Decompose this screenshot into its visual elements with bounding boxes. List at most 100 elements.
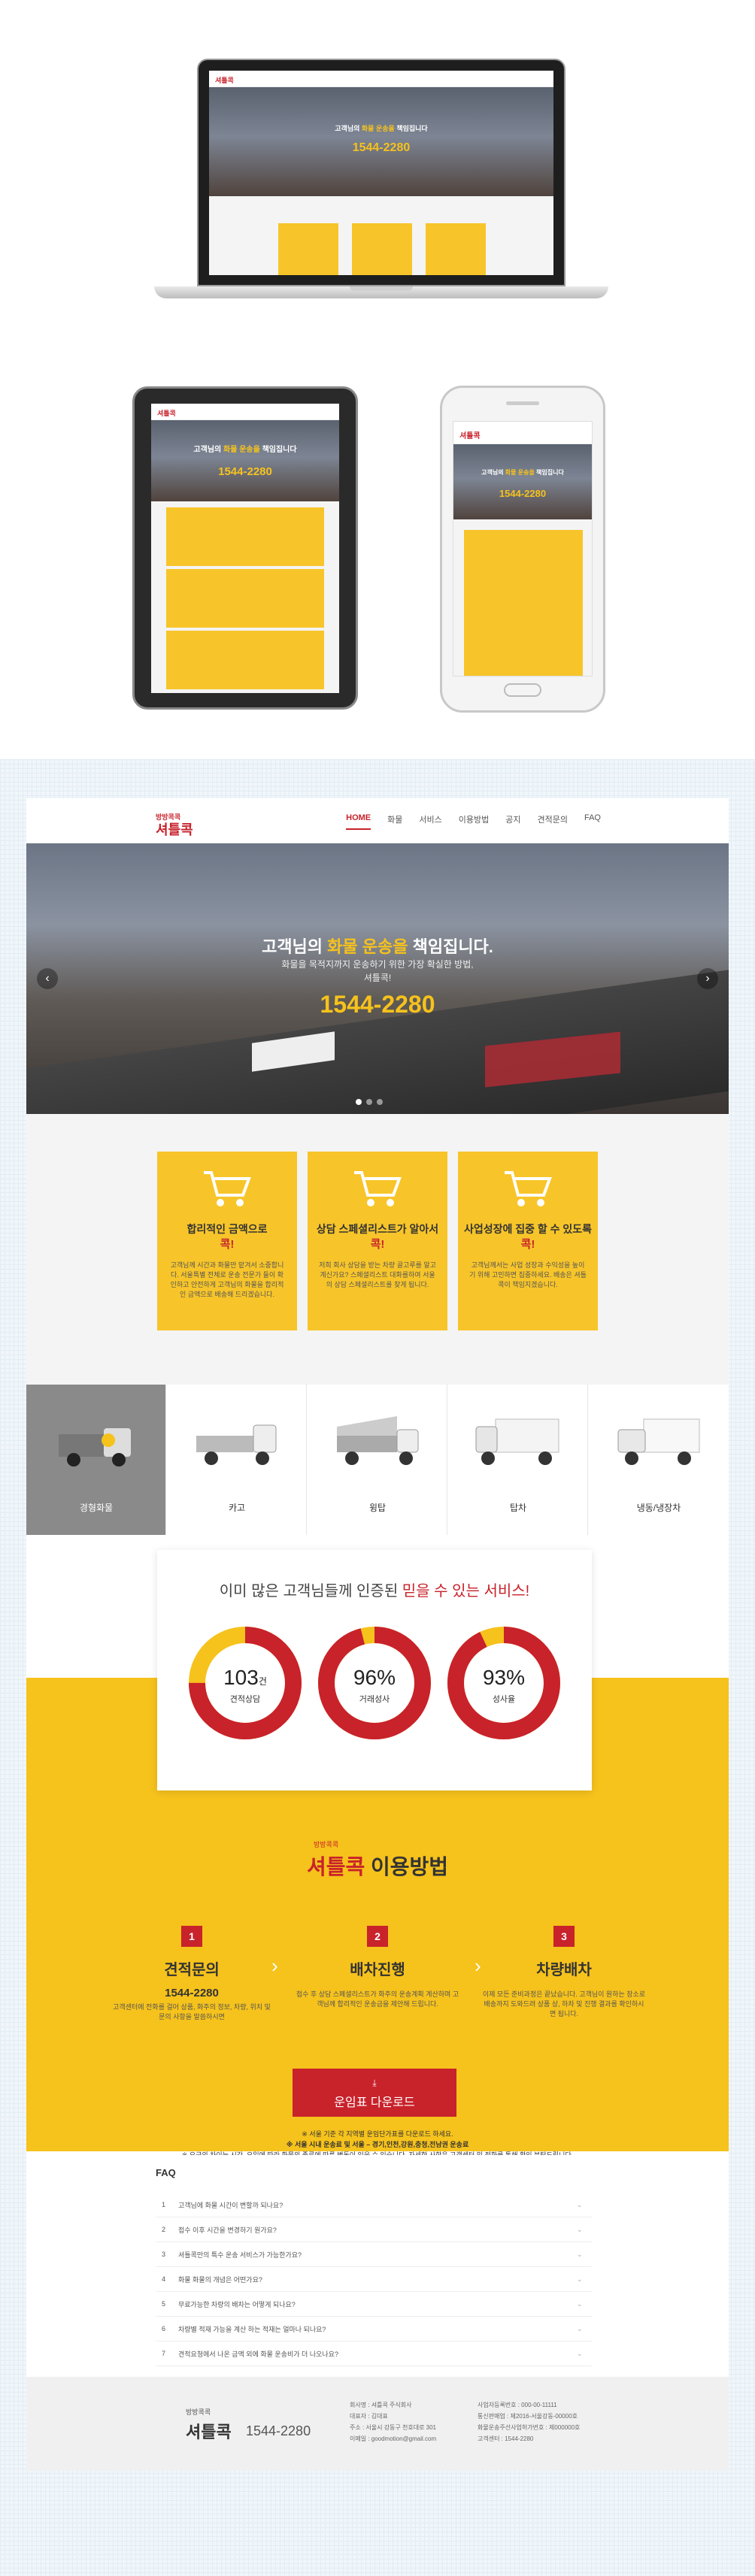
step-title: 차량배차 [536,1962,592,1978]
faq-question: 화물 화물의 개념은 어떤가요? [178,2275,262,2284]
mini-features [209,196,553,275]
chevron-down-icon: ⌄ [577,2200,583,2208]
download-label: 운임표 다운로드 [334,2096,415,2109]
vehicle-tab-wingtop[interactable]: 윙탑 [308,1385,447,1535]
faq-number: 2 [162,2226,166,2233]
mini-logo: 셔틀콕 [459,432,481,440]
feature-title: 사업성장에 집중 할 수 있도록 [463,1223,593,1235]
nav-item-faq[interactable]: FAQ [584,813,601,830]
faq-number: 7 [162,2350,166,2357]
step-item: 1 견적문의 1544-2280 고객센터에 전화를 걸어 상품, 화주의 정보… [109,1926,274,2022]
wing-truck-icon [332,1413,423,1472]
vehicle-tab-refrigerated[interactable]: 냉동/냉장차 [589,1385,729,1535]
faq-item[interactable]: 1 고객님에 화물 시간이 변할까 되나요? ⌄ [156,2193,592,2217]
chevron-down-icon: ⌄ [577,2225,583,2233]
nav-item-home[interactable]: HOME [346,813,371,830]
nav-item-notice[interactable]: 공지 [505,813,520,830]
step-title: 견적문의 [164,1962,220,1978]
hero-title: 고객님의 화물 운송을 책임집니다. [262,937,493,956]
feature-title: 상담 스페셜리스트가 알아서 [316,1223,439,1235]
feature-accent: 콕! [370,1238,385,1251]
hero-banner: 고객님의 화물 운송을 책임집니다. 화물을 목적지까지 운송하기 위한 가장 … [26,843,729,1114]
nav-item-cargo[interactable]: 화물 [387,813,402,830]
nav-item-quote[interactable]: 견적문의 [538,813,568,830]
mini-hero-phone: 1544-2280 [499,488,547,499]
faq-item[interactable]: 4 화물 화물의 개념은 어떤가요? ⌄ [156,2267,592,2292]
stat-label: 견적상담 [229,1695,261,1704]
faq-list: 1 고객님에 화물 시간이 변할까 되나요? ⌄ 2 접수 이후 시간을 변경하기 원… [156,2193,592,2366]
mini-feature-card [278,223,338,275]
light-truck-icon [51,1413,141,1472]
mini-feature-card [352,223,412,275]
mini-feature-card [166,631,324,689]
vehicle-tab-box[interactable]: 탑차 [448,1385,588,1535]
faq-item[interactable]: 6 차량별 적재 가능을 계산 하는 적재는 얼마나 되나요? ⌄ [156,2317,592,2341]
step-desc: 이제 모든 준비과정은 끝났습니다. 고객님이 원하는 장소로 배송까지 도와드… [482,1990,646,2018]
footer-company-info: 회사명 : 셔틀콕 주식회사 대표자 : 김대표 주소 : 서울시 강동구 천호… [350,2399,436,2444]
mini-nav: 셔틀콕 [209,71,553,87]
mini-feature-card [464,530,583,676]
stat-donut: 103건 견적상담 [186,1624,305,1742]
top-nav: 방방콕콕 셔틀콕 HOME 화물 서비스 이용방법 공지 견적문의 FAQ [26,798,729,843]
hero-phone[interactable]: 1544-2280 [26,991,729,1019]
stat-value: 93% [482,1666,526,1689]
faq-number: 5 [162,2300,166,2308]
footer-line: 통신판매업 : 제2016-서울강동-00000호 [478,2413,578,2420]
vehicle-tab-cargo[interactable]: 카고 [167,1385,307,1535]
faq-item[interactable]: 5 무료가능한 차량의 배차는 어떻게 되나요? ⌄ [156,2292,592,2317]
download-fare-button[interactable]: ⤓ 운임표 다운로드 [293,2069,456,2117]
hero-subtitle-brand: 셔틀콕! [363,973,392,983]
chevron-down-icon: ⌄ [577,2299,583,2308]
vehicle-label: 윙탑 [368,1503,387,1513]
feature-card: 사업성장에 집중 할 수 있도록 콕! 고객님께서는 사업 성장과 수익성을 높… [458,1152,598,1330]
slide-dot[interactable] [366,1099,372,1105]
cargo-truck-icon [192,1413,282,1472]
step-item: 3 차량배차 이제 모든 준비과정은 끝났습니다. 고객님이 원하는 장소로 배… [481,1926,647,2019]
faq-question: 접수 이후 시간을 변경하기 원가요? [178,2226,277,2234]
mini-features [151,501,339,693]
chevron-down-icon: ⌄ [577,2349,583,2357]
faq-item[interactable]: 3 셔틀콕만의 특수 운송 서비스가 가능한가요? ⌄ [156,2242,592,2267]
stat-value: 96% [353,1666,396,1689]
box-truck-icon [473,1413,563,1472]
vehicle-tab-light[interactable]: 경형화물 [26,1385,166,1535]
faq-item[interactable]: 7 견적요청에서 나온 금액 외에 화물 운송비가 더 나오나요? ⌄ [156,2341,592,2366]
stats-card: 이미 많은 고객님들께 인증된 믿을 수 있는 서비스! 103건 견적상담 9… [157,1550,592,1790]
feature-desc: 고객님께서는 사업 성장과 수익성을 높이기 위해 고민하면 집중하세요. 배송… [469,1261,587,1288]
faq-question: 견적요청에서 나온 금액 외에 화물 운송비가 더 나오나요? [178,2350,338,2358]
faq-question: 고객님에 화물 시간이 변할까 되나요? [178,2201,284,2209]
stat-label: 성사율 [492,1695,516,1704]
tablet-device: 셔틀콕 고객님의 화물 운송을 책임집니다 1544-2280 [132,386,358,710]
footer-line: 이메일 : goodmotion@gmail.com [350,2435,437,2442]
stat-donut: 96% 거래성사 [315,1624,434,1742]
footer-line: 화물운송주선사업허가번호 : 제000000호 [478,2424,581,2431]
mini-feature-card [426,223,486,275]
step-title: 배차진행 [350,1962,405,1978]
chevron-right-icon: › [475,1954,481,1977]
note-line: ※ 서울 기준 각 지역별 운임단가표를 다운로드 하세요. [302,2130,453,2138]
faq-item[interactable]: 2 접수 이후 시간을 변경하기 원가요? ⌄ [156,2217,592,2242]
nav-item-service[interactable]: 서비스 [419,813,441,830]
nav-item-howto[interactable]: 이용방법 [459,813,489,830]
mini-logo: 셔틀콕 [157,410,176,417]
next-slide-button[interactable]: › [697,968,718,989]
nav-menu: HOME 화물 서비스 이용방법 공지 견적문의 FAQ [346,813,601,830]
mini-feature-card [166,507,324,566]
cart-icon [201,1168,253,1209]
cart-icon [351,1168,404,1209]
mini-hero: 고객님의 화물 운송을 책임집니다 1544-2280 [209,87,553,196]
step-desc: 접수 후 상담 스페셜리스트가 화주의 운송계획 계산하며 고객님께 합리적인 … [296,1990,459,2008]
slide-dot[interactable] [356,1099,362,1105]
features-section: 합리적인 금액으로 콕! 고객님께 시간과 화물만 맡겨서 소중합니다. 서울특… [26,1114,729,1385]
slide-dot[interactable] [377,1099,383,1105]
footer-line: 고객센터 : 1544-2280 [478,2435,534,2442]
vehicle-label: 탑차 [509,1503,527,1513]
mini-hero-title: 고객님의 화물 운송을 책임집니다 [193,446,297,454]
faq-number: 1 [162,2201,166,2208]
logo[interactable]: 셔틀콕 [156,819,193,839]
refrigerated-truck-icon [614,1413,704,1472]
prev-slide-button[interactable]: ‹ [37,968,58,989]
stat-label: 거래성사 [359,1695,390,1704]
mini-hero-phone: 1544-2280 [218,465,272,478]
footer-line: 사업자등록번호 : 000-00-11111 [478,2402,557,2408]
